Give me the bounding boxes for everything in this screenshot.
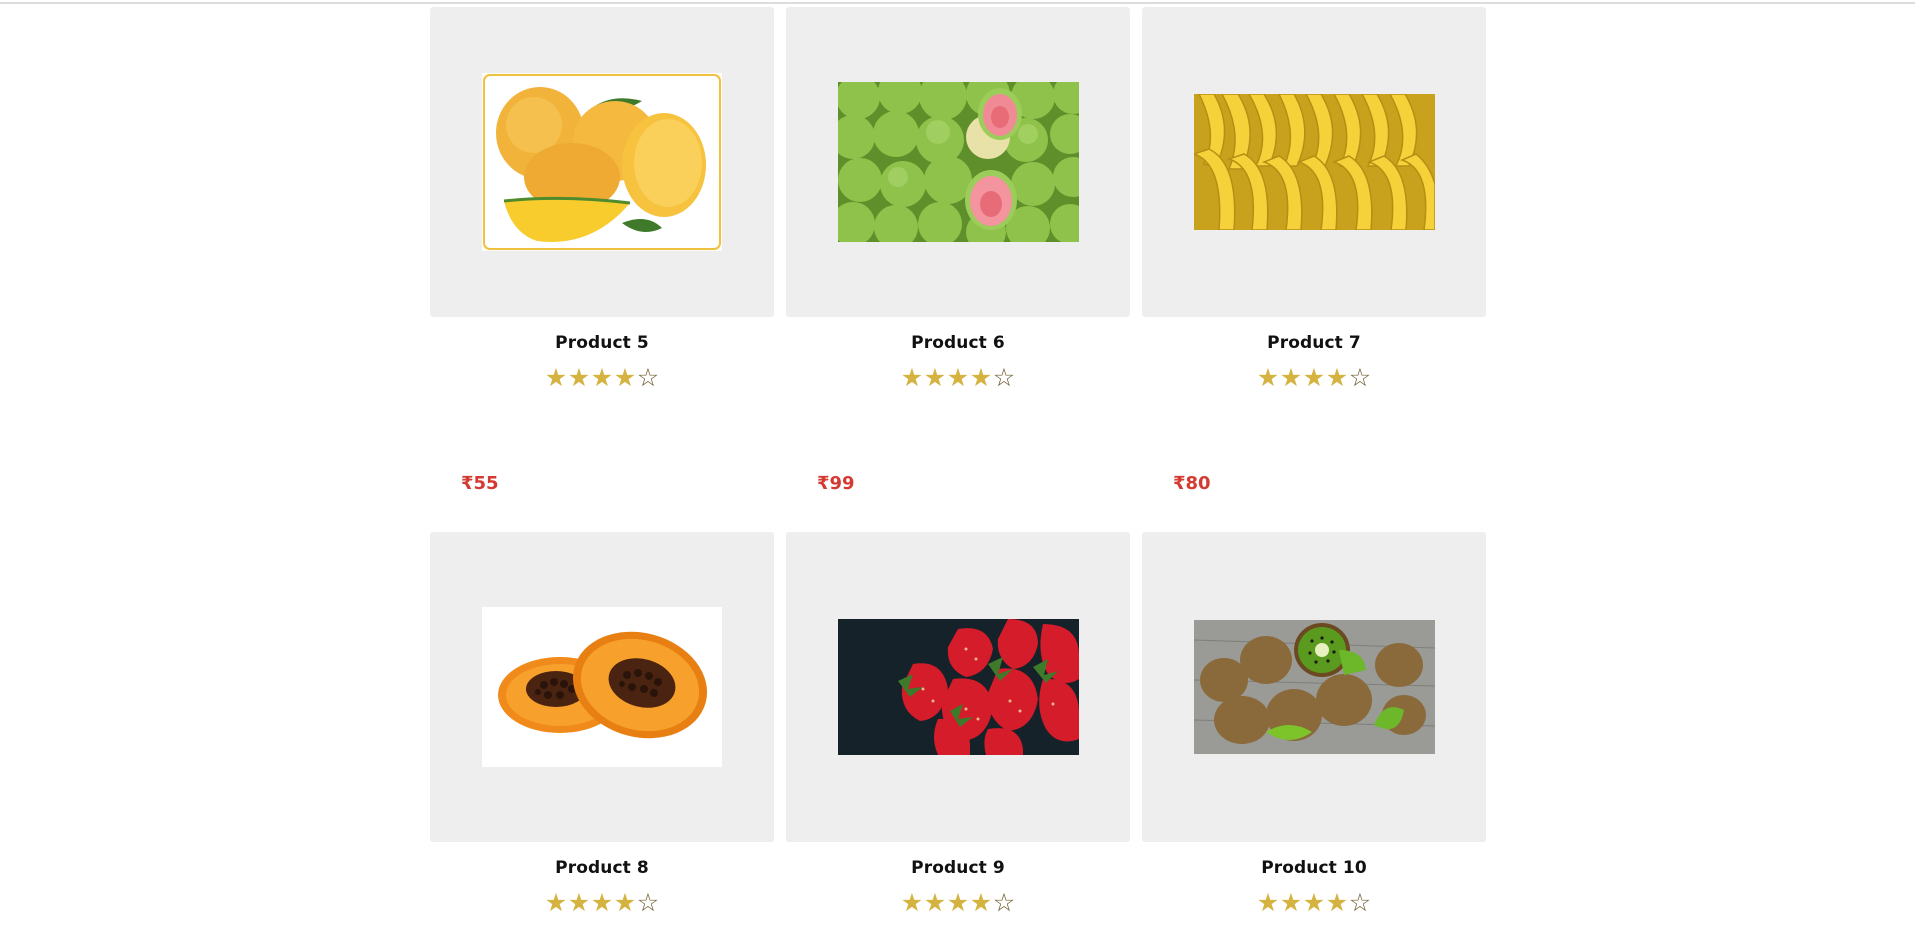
star-empty-icon: ☆ — [992, 888, 1016, 917]
product-image-container[interactable] — [1142, 532, 1486, 842]
star-filled-icon: ★ — [567, 363, 591, 392]
star-filled-icon: ★ — [613, 363, 637, 392]
star-filled-icon: ★ — [946, 363, 970, 392]
product-price: ₹99 — [817, 473, 855, 494]
kiwi-image[interactable] — [1193, 620, 1435, 754]
star-empty-icon: ☆ — [636, 888, 660, 917]
product-name[interactable]: Product 10 — [1142, 858, 1486, 878]
product-image-container[interactable] — [786, 7, 1130, 317]
star-filled-icon: ★ — [969, 888, 993, 917]
strawberry-image[interactable] — [837, 619, 1079, 755]
top-divider — [0, 2, 1915, 4]
product-card[interactable]: Product 6 ★★★★☆ ₹99 — [786, 7, 1130, 532]
star-filled-icon: ★ — [1256, 888, 1280, 917]
star-empty-icon: ☆ — [992, 363, 1016, 392]
star-empty-icon: ☆ — [1348, 363, 1372, 392]
product-image-container[interactable] — [430, 7, 774, 317]
product-grid: Product 5 ★★★★☆ ₹55 Product 6 ★★★★☆ ₹99 … — [430, 7, 1488, 952]
star-filled-icon: ★ — [1302, 363, 1326, 392]
star-filled-icon: ★ — [544, 888, 568, 917]
star-filled-icon: ★ — [567, 888, 591, 917]
product-name[interactable]: Product 5 — [430, 333, 774, 353]
rating-stars: ★★★★☆ — [1142, 363, 1486, 393]
product-image-container[interactable] — [1142, 7, 1486, 317]
star-empty-icon: ☆ — [1348, 888, 1372, 917]
product-name[interactable]: Product 8 — [430, 858, 774, 878]
star-filled-icon: ★ — [1325, 888, 1349, 917]
star-filled-icon: ★ — [923, 363, 947, 392]
rating-stars: ★★★★☆ — [430, 888, 774, 918]
product-price: ₹55 — [461, 473, 499, 494]
product-name[interactable]: Product 6 — [786, 333, 1130, 353]
star-filled-icon: ★ — [900, 363, 924, 392]
star-filled-icon: ★ — [613, 888, 637, 917]
rating-stars: ★★★★☆ — [1142, 888, 1486, 918]
product-card[interactable]: Product 7 ★★★★☆ ₹80 — [1142, 7, 1486, 532]
rating-stars: ★★★★☆ — [786, 888, 1130, 918]
star-filled-icon: ★ — [969, 363, 993, 392]
guava-image[interactable] — [837, 82, 1079, 242]
product-name[interactable]: Product 9 — [786, 858, 1130, 878]
rating-stars: ★★★★☆ — [430, 363, 774, 393]
product-card[interactable]: Product 9 ★★★★☆ — [786, 532, 1130, 952]
banana-image[interactable] — [1193, 94, 1435, 230]
rating-stars: ★★★★☆ — [786, 363, 1130, 393]
product-card[interactable]: Product 5 ★★★★☆ ₹55 — [430, 7, 774, 532]
papaya-image[interactable] — [482, 607, 722, 767]
star-filled-icon: ★ — [1256, 363, 1280, 392]
star-filled-icon: ★ — [1325, 363, 1349, 392]
star-filled-icon: ★ — [923, 888, 947, 917]
star-filled-icon: ★ — [946, 888, 970, 917]
star-filled-icon: ★ — [1279, 888, 1303, 917]
star-filled-icon: ★ — [544, 363, 568, 392]
product-card[interactable]: Product 10 ★★★★☆ — [1142, 532, 1486, 952]
star-filled-icon: ★ — [1279, 363, 1303, 392]
star-filled-icon: ★ — [1302, 888, 1326, 917]
star-filled-icon: ★ — [590, 888, 614, 917]
product-image-container[interactable] — [430, 532, 774, 842]
product-name[interactable]: Product 7 — [1142, 333, 1486, 353]
mango-image[interactable] — [482, 73, 722, 251]
star-filled-icon: ★ — [590, 363, 614, 392]
product-card[interactable]: Product 8 ★★★★☆ — [430, 532, 774, 952]
product-price: ₹80 — [1173, 473, 1211, 494]
star-filled-icon: ★ — [900, 888, 924, 917]
star-empty-icon: ☆ — [636, 363, 660, 392]
product-image-container[interactable] — [786, 532, 1130, 842]
